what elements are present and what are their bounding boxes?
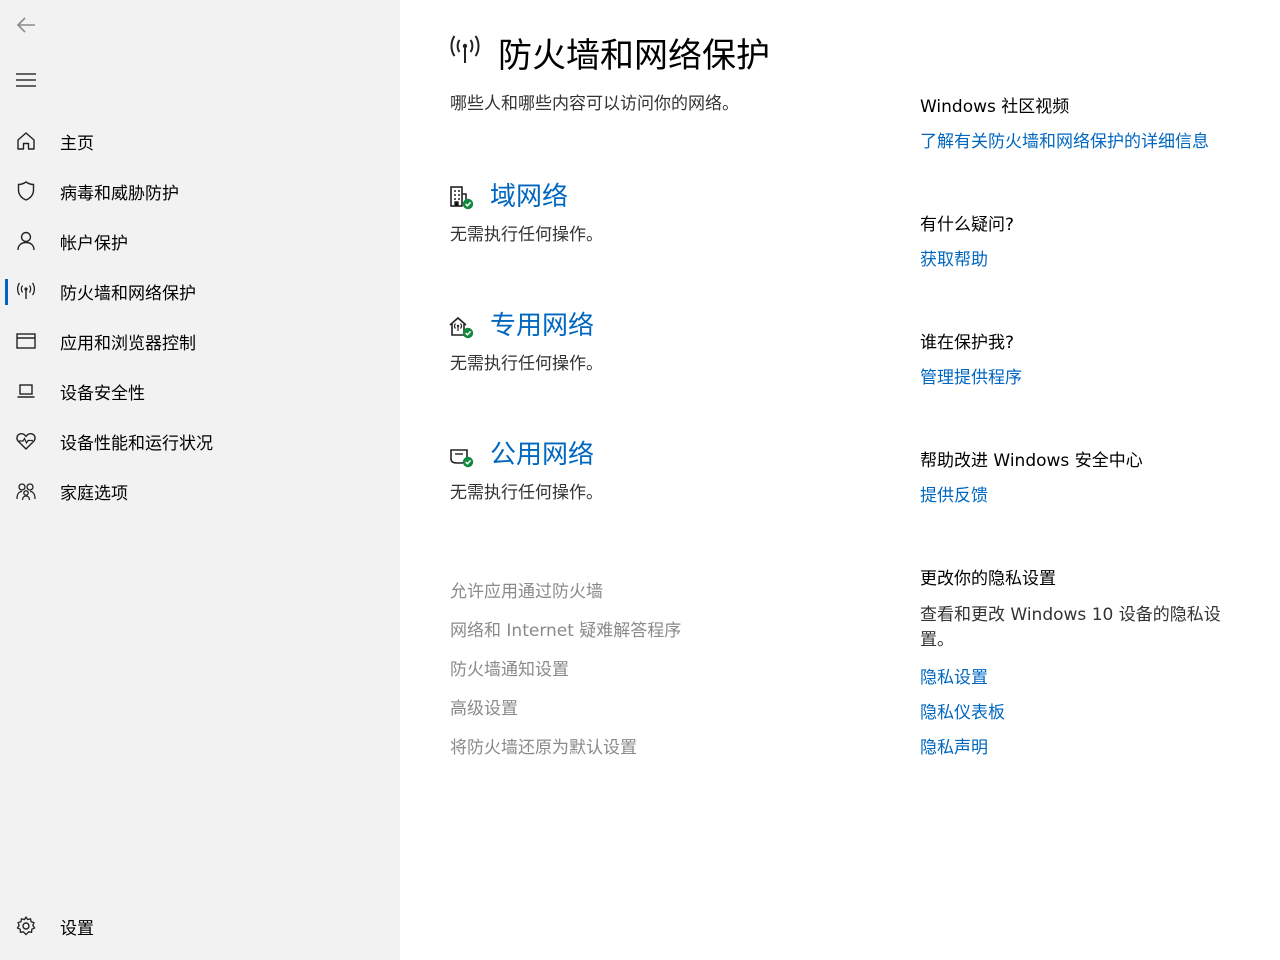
shield-icon	[14, 179, 38, 203]
sidebar-item-virus-protection[interactable]: 病毒和威胁防护	[0, 169, 400, 213]
improve-heading: 帮助改进 Windows 安全中心	[920, 451, 1143, 471]
privacy-description: 查看和更改 Windows 10 设备的隐私设置。	[920, 605, 1221, 650]
firewall-notification-settings-link[interactable]: 防火墙通知设置	[450, 655, 569, 680]
selection-indicator	[5, 279, 8, 305]
window-icon	[14, 329, 38, 353]
public-network-link[interactable]: 公用网络	[490, 434, 594, 471]
sidebar-item-label: 应用和浏览器控制	[60, 333, 196, 354]
privacy-settings-link[interactable]: 隐私设置	[920, 663, 1260, 688]
private-network-section: 专用网络 无需执行任何操作。	[448, 305, 868, 385]
private-network-status: 无需执行任何操作。	[450, 354, 603, 374]
back-arrow-icon	[16, 17, 35, 33]
learn-more-firewall-link[interactable]: 了解有关防火墙和网络保护的详细信息	[920, 127, 1260, 152]
page-subtitle: 哪些人和哪些内容可以访问你的网络。	[450, 94, 739, 114]
privacy-statement-link[interactable]: 隐私声明	[920, 733, 1260, 758]
improve-section: 帮助改进 Windows 安全中心 提供反馈	[920, 446, 1260, 506]
community-videos-heading: Windows 社区视频	[920, 97, 1070, 117]
question-section: 有什么疑问? 获取帮助	[920, 210, 1260, 270]
privacy-dashboard-link[interactable]: 隐私仪表板	[920, 698, 1260, 723]
sidebar-item-label: 病毒和威胁防护	[60, 183, 179, 204]
laptop-icon	[14, 379, 38, 403]
home-icon	[14, 129, 38, 153]
sidebar-item-home[interactable]: 主页	[0, 119, 400, 163]
windows-security-window: 主页 病毒和威胁防护 帐户保护 防火墙和网络保护 应用和浏览器控制 设备安全性 …	[0, 0, 1280, 960]
who-protects-heading: 谁在保护我?	[920, 333, 1015, 353]
sidebar-item-label: 设备性能和运行状况	[60, 433, 213, 454]
hamburger-icon	[16, 73, 36, 87]
public-network-icon	[450, 449, 474, 468]
get-help-link[interactable]: 获取帮助	[920, 245, 1260, 270]
sidebar-item-device-performance[interactable]: 设备性能和运行状况	[0, 419, 400, 463]
give-feedback-link[interactable]: 提供反馈	[920, 481, 1260, 506]
family-icon	[14, 479, 38, 503]
who-protects-section: 谁在保护我? 管理提供程序	[920, 328, 1260, 388]
back-button[interactable]	[0, 3, 52, 47]
sidebar-item-firewall[interactable]: 防火墙和网络保护	[0, 269, 400, 313]
sidebar-item-label: 帐户保护	[60, 233, 128, 254]
advanced-settings-link[interactable]: 高级设置	[450, 694, 518, 719]
sidebar-item-label: 主页	[60, 133, 94, 154]
antenna-icon	[450, 35, 480, 63]
page-title: 防火墙和网络保护	[498, 36, 770, 76]
sidebar-item-settings[interactable]: 设置	[0, 904, 400, 948]
sidebar-item-label: 家庭选项	[60, 483, 128, 504]
restore-firewall-defaults-link[interactable]: 将防火墙还原为默认设置	[450, 733, 637, 758]
sidebar-item-label: 防火墙和网络保护	[60, 283, 196, 304]
privacy-heading: 更改你的隐私设置	[920, 569, 1056, 589]
heart-icon	[14, 429, 38, 453]
sidebar-item-account-protection[interactable]: 帐户保护	[0, 219, 400, 263]
main-content: 防火墙和网络保护 哪些人和哪些内容可以访问你的网络。 域网络 无需执行任何操作。	[400, 0, 1280, 960]
hamburger-menu-button[interactable]	[0, 58, 52, 102]
question-heading: 有什么疑问?	[920, 215, 1015, 235]
antenna-icon	[14, 279, 38, 303]
allow-app-firewall-link[interactable]: 允许应用通过防火墙	[450, 577, 603, 602]
privacy-section: 更改你的隐私设置 查看和更改 Windows 10 设备的隐私设置。 隐私设置 …	[920, 564, 1260, 758]
domain-network-icon	[450, 186, 474, 210]
person-icon	[14, 229, 38, 253]
private-network-link[interactable]: 专用网络	[490, 305, 594, 342]
domain-network-link[interactable]: 域网络	[490, 176, 568, 213]
public-network-status: 无需执行任何操作。	[450, 483, 603, 503]
sidebar-item-label: 设备安全性	[60, 383, 145, 404]
sidebar: 主页 病毒和威胁防护 帐户保护 防火墙和网络保护 应用和浏览器控制 设备安全性 …	[0, 0, 400, 960]
domain-network-section: 域网络 无需执行任何操作。	[448, 176, 868, 256]
sidebar-item-family-options[interactable]: 家庭选项	[0, 469, 400, 513]
public-network-section: 公用网络 无需执行任何操作。	[448, 434, 868, 514]
gear-icon	[14, 914, 38, 938]
sidebar-item-app-browser-control[interactable]: 应用和浏览器控制	[0, 319, 400, 363]
network-troubleshooter-link[interactable]: 网络和 Internet 疑难解答程序	[450, 616, 681, 641]
community-videos-section: Windows 社区视频 了解有关防火墙和网络保护的详细信息	[920, 92, 1260, 152]
sidebar-item-device-security[interactable]: 设备安全性	[0, 369, 400, 413]
sidebar-item-label: 设置	[60, 918, 94, 939]
domain-network-status: 无需执行任何操作。	[450, 225, 603, 245]
manage-providers-link[interactable]: 管理提供程序	[920, 363, 1260, 388]
private-network-icon	[449, 316, 474, 339]
